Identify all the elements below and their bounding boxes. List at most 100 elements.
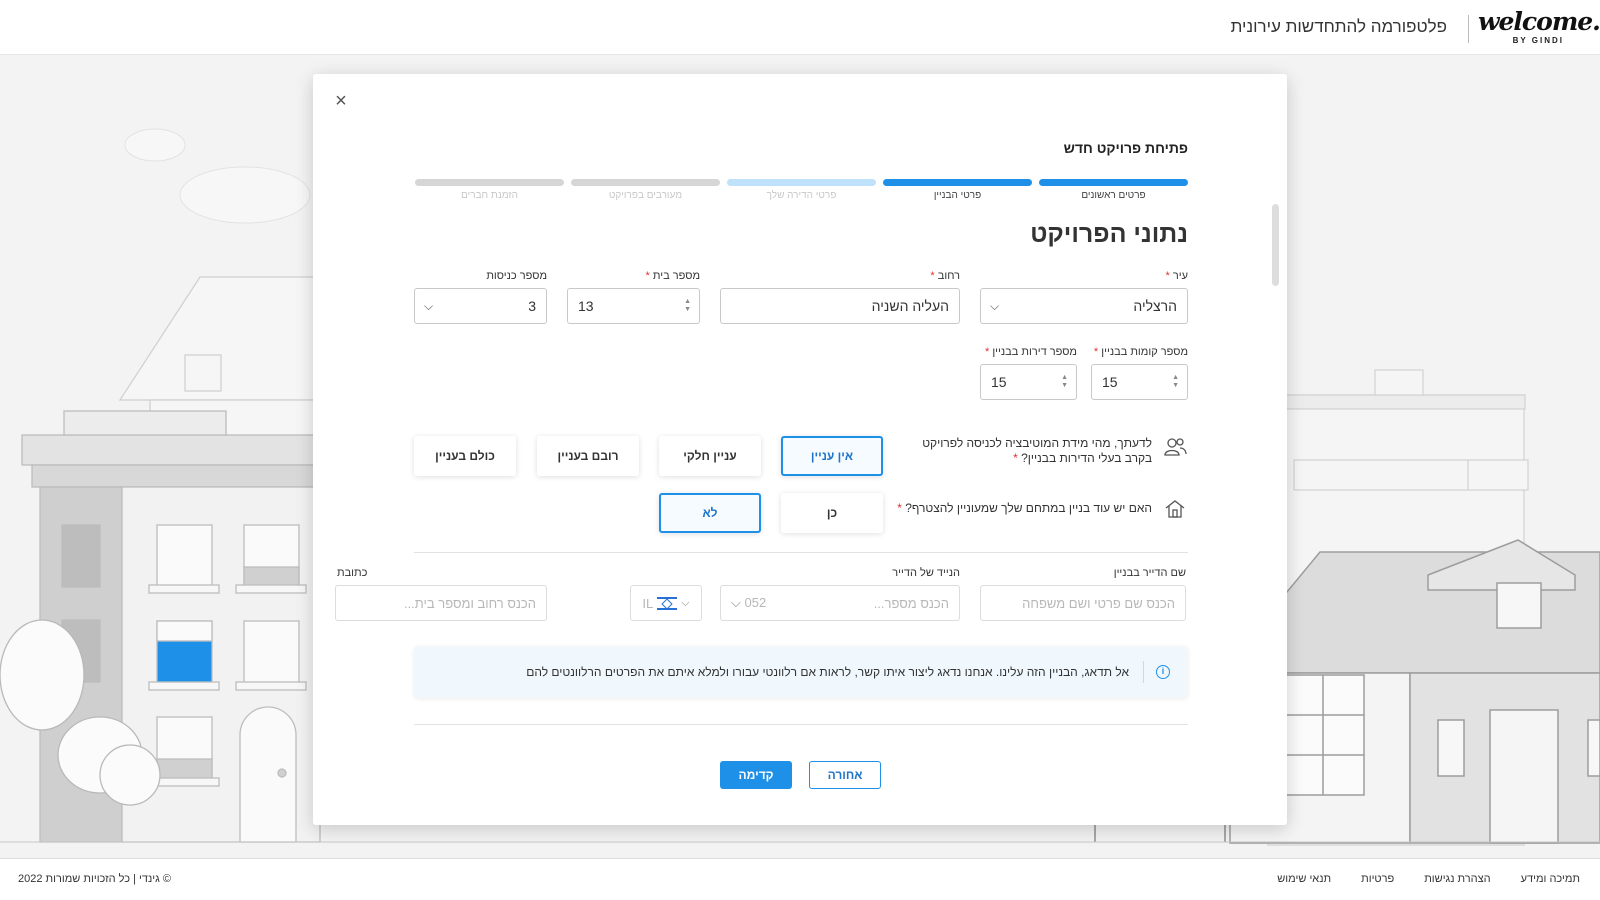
street-field: רחוב * העליה השניה [720,270,960,324]
footer-link-accessibility[interactable]: הצהרת נגישות [1424,873,1490,885]
address-label: כתובת [337,567,368,579]
house-number-field: מספר בית * 13 ▲ ▼ [567,270,700,324]
step-label: מעורבים בפרויקט [608,190,683,201]
required-mark: * [897,501,902,515]
city-value: הרצליה [1133,298,1177,314]
step-apartment-details: פרטי הדירה שלך [727,179,876,201]
copyright-text: © גינדי | כל הזכויות שמורות 2022 [18,873,171,885]
new-project-modal: × פתיחת פרויקט חדש פרטים ראשונים פרטי הב… [313,74,1287,825]
footer-link-support[interactable]: תמיכה ומידע [1521,873,1580,885]
step-involved: מעורבים בפרויקט [571,179,720,201]
step-label: פרטים ראשונים [1081,190,1146,201]
resident-phone-field: הנייד של הדייר הכנס מספר... 052 ⌵ [720,567,960,621]
info-notice: i אל תדאג, הבניין הזה עלינו. אנחנו נדאג … [414,646,1188,698]
modal-scrollbar[interactable] [1272,204,1279,286]
info-icon: i [1156,665,1170,679]
house-number-label: מספר בית [652,270,700,282]
option-all-interested[interactable]: כולם בעניין [414,436,516,476]
step-bar [883,179,1032,186]
people-icon [1162,436,1188,464]
chevron-down-icon: ⌵ [731,595,741,610]
option-most-interested[interactable]: רובם בעניין [537,436,639,476]
city-label: עיר [1172,270,1188,282]
apartments-field: מספר דירות בבניין * 15 ▲ ▼ [980,346,1077,400]
house-number-value: 13 [578,298,594,314]
motivation-question: לדעתך, מהי מידת המוטיבציה לכניסה לפרויקט… [922,436,1188,466]
section-title: נתוני הפרויקט [1030,220,1188,248]
option-no-interest[interactable]: אין עניין [781,436,883,476]
other-building-question-text: האם יש עוד בניין במתחם שלך שמעוניין להצט… [905,501,1152,515]
step-bar [571,179,720,186]
top-bar: welcome. BY GINDI פלטפורמה להתחדשות עירו… [0,0,1600,55]
step-first-details: פרטים ראשונים [1039,179,1188,201]
tagline: פלטפורמה להתחדשות עירונית [1230,17,1447,36]
back-button[interactable]: אחורה [809,761,881,789]
floors-value: 15 [1102,374,1118,390]
address-field: כתובת הכנס רחוב ומספר בית... [335,567,547,621]
motivation-question-line2: בקרב בעלי הדירות בבניין? [1021,451,1152,465]
floors-stepper[interactable]: 15 ▲ ▼ [1091,364,1188,400]
floors-field: מספר קומות בבניין * 15 ▲ ▼ [1091,346,1188,400]
welcome-logo[interactable]: welcome. BY GINDI [1478,8,1600,48]
house-number-stepper[interactable]: 13 ▲ ▼ [567,288,700,324]
logo-subtext: BY GINDI [1512,36,1564,45]
city-field: עיר * הרצליה ⌵ [980,270,1188,324]
step-label: פרטי הדירה שלך [766,190,837,201]
chevron-down-icon: ⌵ [424,299,434,313]
entrances-select[interactable]: 3 ⌵ [414,288,547,324]
option-yes[interactable]: כן [781,493,883,533]
floors-label: מספר קומות בבניין [1101,346,1188,358]
next-button[interactable]: קדימה [720,761,792,789]
step-label: הזמנת חברים [461,190,518,201]
resident-name-field: שם הדייר בבניין הכנס שם פרטי ושם משפחה [980,567,1186,621]
phone-prefix-select[interactable]: 052 ⌵ [731,595,766,611]
country-code-select[interactable]: ⌵ IL [630,585,702,621]
step-bar [727,179,876,186]
resident-name-label: שם הדייר בבניין [1113,567,1186,579]
entrances-label: מספר כניסות [486,270,547,282]
israel-flag-icon [657,596,678,610]
option-partial-interest[interactable]: עניין חלקי [659,436,761,476]
entrances-value: 3 [528,298,536,314]
modal-title: פתיחת פרויקט חדש [1063,140,1188,156]
entrances-field: מספר כניסות 3 ⌵ [414,270,547,324]
footer-link-terms[interactable]: תנאי שימוש [1277,873,1331,885]
city-select[interactable]: הרצליה ⌵ [980,288,1188,324]
option-no[interactable]: לא [659,493,761,533]
step-bar [415,179,564,186]
other-building-question: האם יש עוד בניין במתחם שלך שמעוניין להצט… [897,498,1188,526]
close-icon[interactable]: × [331,91,351,111]
street-value: העליה השניה [871,298,949,314]
apartments-stepper[interactable]: 15 ▲ ▼ [980,364,1077,400]
footer-link-privacy[interactable]: פרטיות [1361,873,1394,885]
logo-divider [1468,15,1469,43]
house-icon [1162,498,1188,526]
phone-placeholder: הכנס מספר... [873,595,949,611]
chevron-down-icon: ⌵ [990,299,1000,313]
footer-links: תנאי שימוש פרטיות הצהרת נגישות תמיכה ומי… [1277,873,1580,885]
step-bar [1039,179,1188,186]
spinner-icon[interactable]: ▲ ▼ [684,298,691,314]
required-mark: * [645,270,650,282]
chevron-down-icon: ⌵ [681,596,690,609]
progress-steps: פרטים ראשונים פרטי הבניין פרטי הדירה שלך… [414,179,1188,209]
spinner-icon[interactable]: ▲ ▼ [1061,374,1068,390]
resident-name-input[interactable]: הכנס שם פרטי ושם משפחה [980,585,1186,621]
spinner-icon[interactable]: ▲ ▼ [1172,374,1179,390]
required-mark: * [1093,346,1099,358]
info-text: אל תדאג, הבניין הזה עלינו. אנחנו נדאג לי… [526,665,1129,679]
street-input[interactable]: העליה השניה [720,288,960,324]
info-separator [1143,661,1144,683]
section-divider [414,552,1188,553]
page-footer: © גינדי | כל הזכויות שמורות 2022 תנאי שי… [0,858,1600,900]
resident-phone-input[interactable]: הכנס מספר... 052 ⌵ [720,585,960,621]
apartments-value: 15 [991,374,1007,390]
resident-phone-label: הנייד של הדייר [892,567,960,579]
step-invite-friends: הזמנת חברים [415,179,564,201]
street-label: רחוב [937,270,960,282]
country-code: IL [642,595,654,611]
address-input[interactable]: הכנס רחוב ומספר בית... [335,585,547,621]
footer-divider [414,724,1188,725]
required-mark: * [930,270,935,282]
required-mark: * [1013,451,1018,465]
